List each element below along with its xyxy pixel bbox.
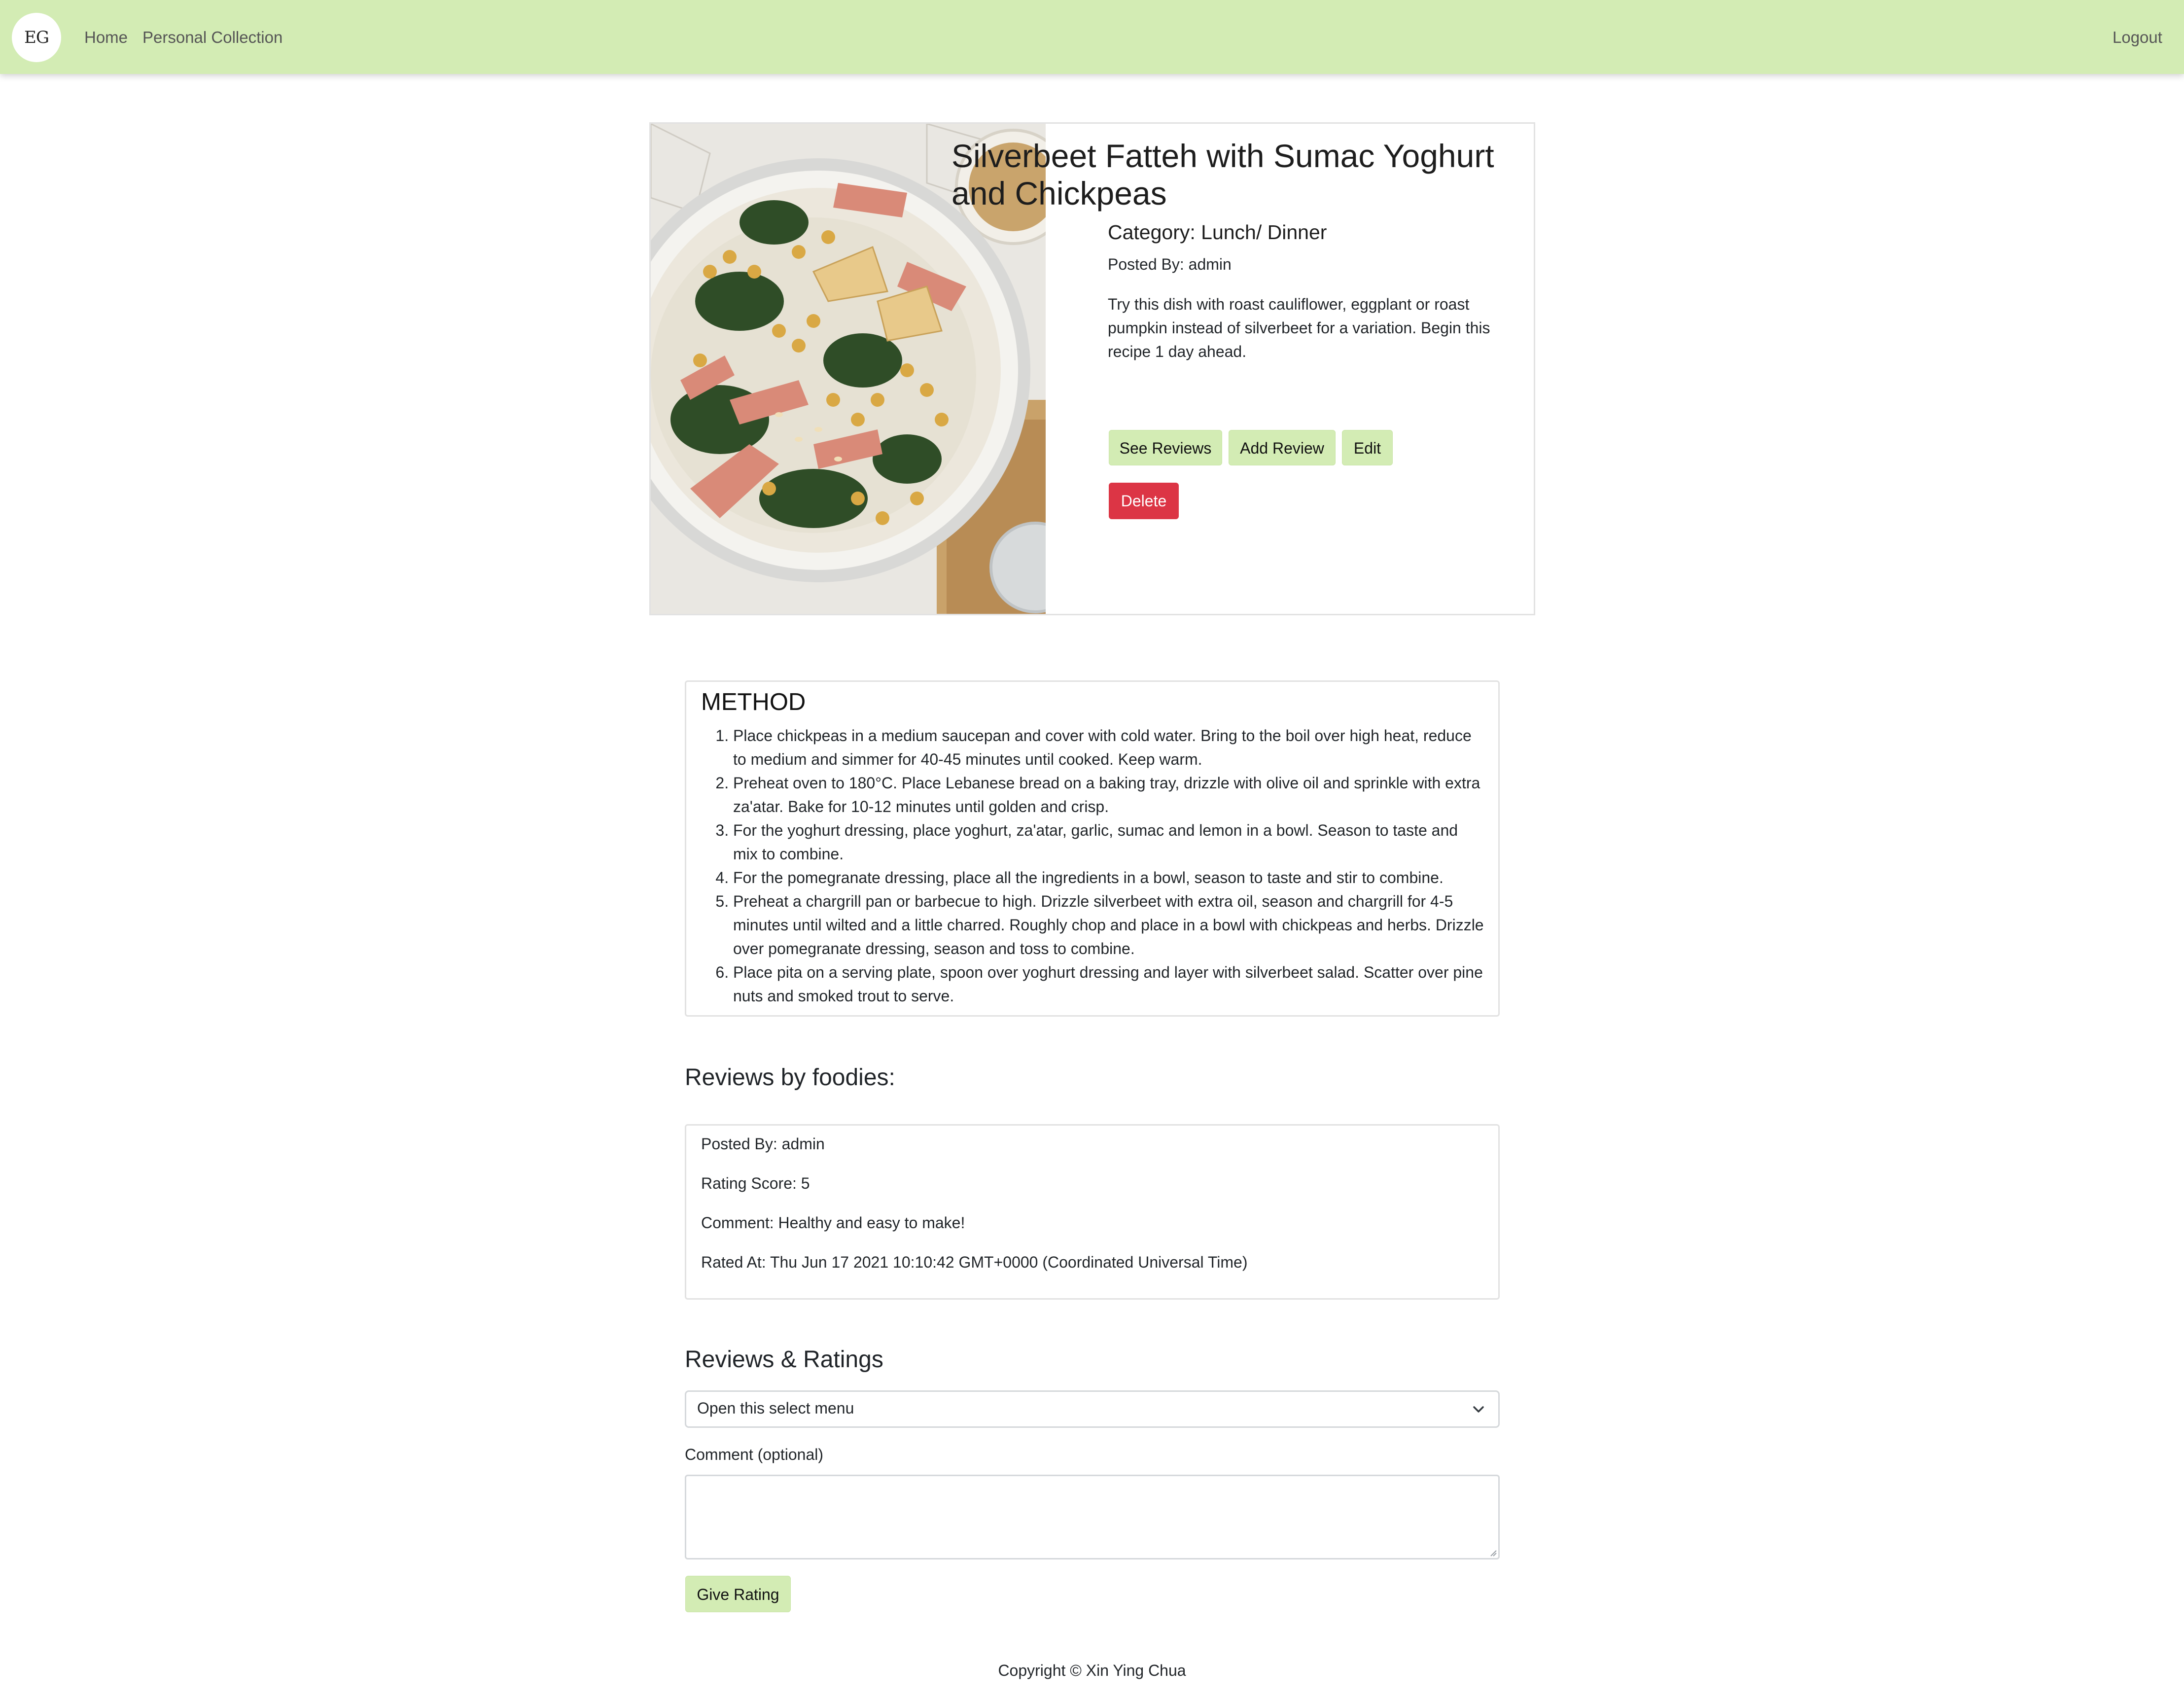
review-posted-by: Posted By: admin [701, 1135, 825, 1153]
top-navbar: EG Home Personal Collection Logout [0, 0, 2184, 74]
chevron-down-icon[interactable] [1472, 1402, 1485, 1416]
method-step: For the yoghurt dressing, place yoghurt,… [733, 818, 1485, 866]
delete-button[interactable]: Delete [1109, 483, 1179, 519]
edit-button[interactable]: Edit [1342, 430, 1393, 465]
ratings-form-heading: Reviews & Ratings [685, 1346, 883, 1373]
recipe-posted-by: Posted By: admin [1108, 255, 1232, 273]
method-title: METHOD [701, 689, 806, 715]
resize-grip-icon[interactable] [1490, 1550, 1497, 1557]
rating-select-value[interactable]: Open this select menu [697, 1399, 854, 1417]
method-step: For the pomegranate dressing, place all … [733, 866, 1485, 889]
recipe-category: Category: Lunch/ Dinner [1108, 221, 1327, 244]
review-rating: Rating Score: 5 [701, 1174, 810, 1192]
method-step: Place pita on a serving plate, spoon ove… [733, 960, 1485, 1008]
comment-textarea[interactable] [685, 1475, 1500, 1559]
recipe-title: Silverbeet Fatteh with Sumac Yoghurt and… [951, 138, 1494, 212]
method-step: Place chickpeas in a medium saucepan and… [733, 724, 1485, 771]
logo[interactable]: EG [12, 13, 61, 62]
comment-label: Comment (optional) [685, 1446, 823, 1463]
method-step: Preheat a chargrill pan or barbecue to h… [733, 889, 1485, 960]
recipe-description: Try this dish with roast cauliflower, eg… [1108, 295, 1490, 360]
footer-copyright: Copyright © Xin Ying Chua [998, 1662, 1186, 1679]
nav-home-link[interactable]: Home [84, 27, 128, 48]
review-comment: Comment: Healthy and easy to make! [701, 1214, 965, 1232]
nav-personal-collection-link[interactable]: Personal Collection [142, 27, 282, 48]
review-rated-at: Rated At: Thu Jun 17 2021 10:10:42 GMT+0… [701, 1253, 1248, 1271]
see-reviews-button[interactable]: See Reviews [1109, 430, 1222, 465]
reviews-heading: Reviews by foodies: [685, 1064, 895, 1091]
give-rating-button[interactable]: Give Rating [685, 1576, 791, 1612]
add-review-button[interactable]: Add Review [1229, 430, 1336, 465]
method-step: Preheat oven to 180°C. Place Lebanese br… [733, 771, 1485, 818]
nav-logout-link[interactable]: Logout [2113, 27, 2162, 48]
method-steps: Place chickpeas in a medium saucepan and… [701, 724, 1485, 1008]
